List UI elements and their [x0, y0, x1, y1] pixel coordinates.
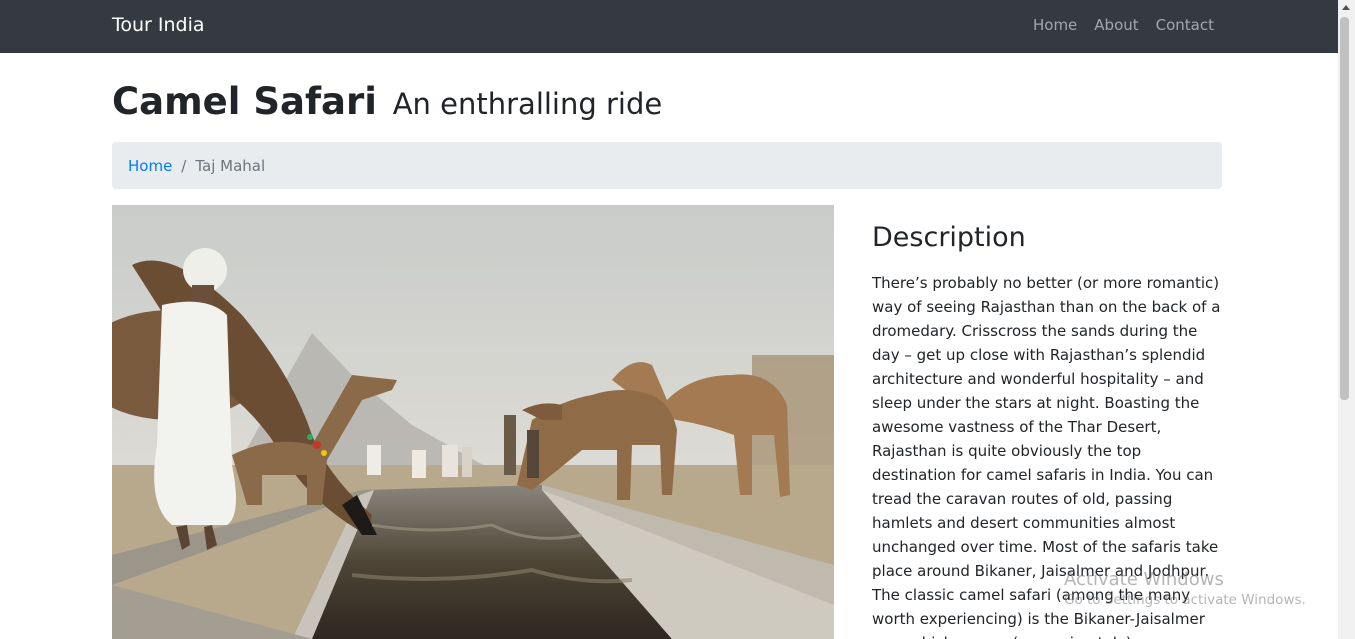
description-text: There’s probably no better (or more roma…	[872, 274, 1221, 639]
nav-link-about[interactable]: About	[1094, 16, 1138, 34]
breadcrumb: Home / Taj Mahal	[112, 142, 1222, 189]
camel-safari-photo	[112, 205, 834, 639]
description-heading: Description	[872, 222, 1026, 253]
page-title: Camel Safari An enthralling ride	[112, 80, 662, 123]
page-title-main: Camel Safari	[112, 80, 377, 123]
scrollbar-thumb[interactable]	[1340, 17, 1349, 400]
nav-link-contact[interactable]: Contact	[1156, 16, 1214, 34]
breadcrumb-separator: /	[181, 156, 187, 175]
nav-links: Home About Contact	[1033, 16, 1214, 34]
top-navbar: Tour India Home About Contact	[0, 0, 1338, 53]
scroll-up-arrow-icon[interactable]	[1342, 5, 1350, 10]
vertical-scrollbar[interactable]	[1338, 0, 1355, 639]
brand-link[interactable]: Tour India	[112, 14, 205, 36]
breadcrumb-home-link[interactable]: Home	[128, 157, 172, 175]
page-subtitle: An enthralling ride	[392, 87, 663, 121]
nav-link-home[interactable]: Home	[1033, 16, 1077, 34]
breadcrumb-current: Taj Mahal	[195, 156, 266, 175]
